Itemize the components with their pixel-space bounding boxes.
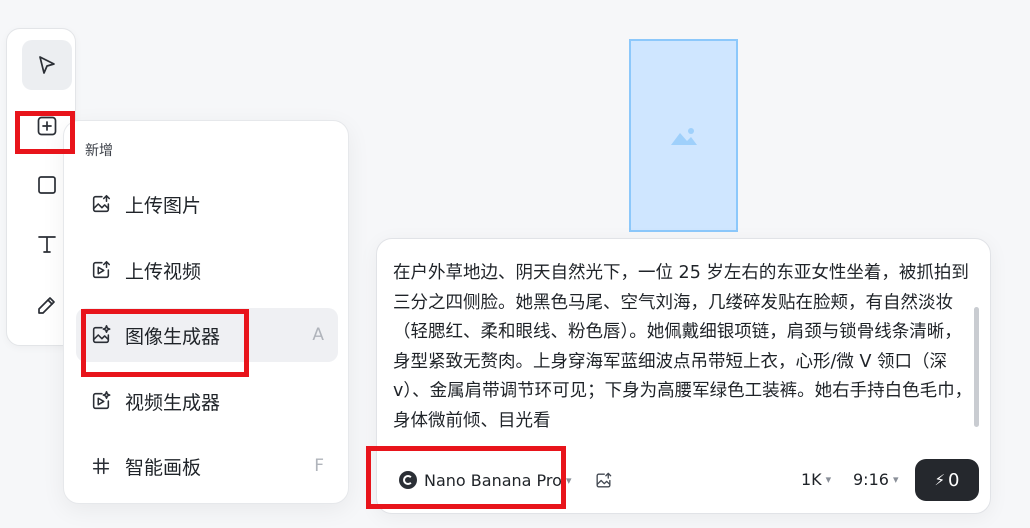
image-icon [670, 127, 697, 145]
menu-item-label: 上传图片 [125, 194, 202, 217]
image-upload-icon [92, 194, 111, 213]
select-tool-button[interactable] [22, 40, 72, 90]
credit-count: 0 [948, 469, 960, 491]
scrollbar[interactable] [974, 307, 979, 427]
chevron-down-icon: ▾ [825, 473, 832, 486]
chevron-down-icon: ▾ [892, 473, 899, 486]
video-upload-icon [92, 260, 111, 279]
square-icon [38, 176, 56, 194]
menu-item-label: 上传视频 [125, 260, 202, 283]
menu-item-label: 图像生成器 [125, 325, 221, 348]
image-upload-icon [596, 472, 612, 488]
menu-item-image-generator[interactable]: 图像生成器 A [76, 308, 338, 362]
resolution-value: 1K [801, 470, 822, 489]
prompt-textarea[interactable]: 在户外草地边、阴天自然光下，一位 25 岁左右的东亚女性坐着，被抓拍到三分之四侧… [393, 259, 973, 441]
image-generator-icon [92, 325, 111, 344]
generate-button[interactable]: ⚡ 0 [915, 459, 979, 501]
shortcut-label: A [312, 325, 324, 345]
menu-item-smart-board[interactable]: 智能画板 F [76, 439, 338, 493]
hash-icon [92, 457, 110, 475]
cursor-icon [39, 56, 55, 74]
aspect-ratio-selector[interactable]: 9:16 ▾ [853, 470, 898, 489]
aspect-ratio-value: 9:16 [853, 470, 889, 489]
model-logo-icon [399, 471, 417, 489]
lightning-icon: ⚡ [934, 471, 946, 489]
menu-title: 新增 [85, 143, 113, 159]
menu-item-upload-image[interactable]: 上传图片 [76, 177, 338, 231]
video-generator-icon [92, 391, 111, 410]
model-selector[interactable]: Nano Banana Pro ▾ [399, 467, 571, 493]
plus-square-icon [37, 116, 57, 136]
image-placeholder-frame[interactable] [629, 39, 738, 232]
text-icon [38, 236, 56, 253]
chevron-down-icon: ▾ [565, 473, 572, 487]
menu-item-label: 智能画板 [125, 456, 202, 479]
menu-item-upload-video[interactable]: 上传视频 [76, 243, 338, 297]
reference-image-button[interactable] [594, 471, 613, 494]
pencil-icon [38, 297, 55, 314]
model-name: Nano Banana Pro [424, 470, 562, 490]
prompt-panel: 在户外草地边、阴天自然光下，一位 25 岁左右的东亚女性坐着，被抓拍到三分之四侧… [376, 238, 991, 514]
add-menu: 新增 上传图片 上传视频 图像生成器 A 视频生成器 智能画板 F [63, 120, 349, 504]
menu-item-video-generator[interactable]: 视频生成器 [76, 374, 338, 428]
resolution-selector[interactable]: 1K ▾ [801, 470, 831, 489]
menu-item-label: 视频生成器 [125, 391, 221, 414]
shortcut-label: F [314, 456, 324, 476]
